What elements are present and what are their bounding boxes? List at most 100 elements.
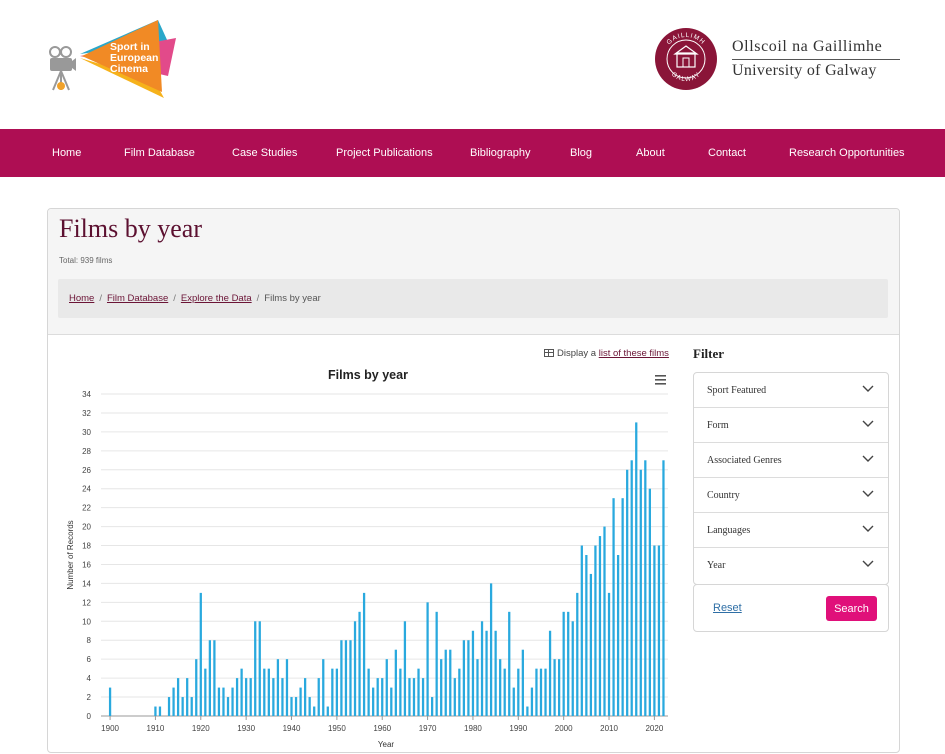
bar-1955[interactable] [358, 611, 361, 716]
search-button[interactable]: Search [826, 596, 877, 621]
bar-1962[interactable] [390, 687, 393, 716]
filter-associated-genres[interactable]: Associated Genres [694, 443, 888, 478]
bar-1933[interactable] [258, 621, 261, 716]
bar-1919[interactable] [195, 659, 198, 716]
bar-1934[interactable] [263, 668, 266, 716]
bar-1926[interactable] [226, 697, 230, 716]
bar-1983[interactable] [485, 630, 488, 716]
breadcrumb-film-database[interactable]: Film Database [107, 293, 168, 304]
bar-2007[interactable] [594, 545, 597, 716]
bar-1975[interactable] [449, 649, 452, 716]
bar-1940[interactable] [290, 697, 293, 716]
bar-1974[interactable] [444, 649, 447, 716]
bar-2003[interactable] [576, 592, 579, 716]
bar-2017[interactable] [639, 469, 642, 716]
bar-1964[interactable] [399, 668, 402, 716]
bar-2011[interactable] [612, 498, 615, 716]
nav-home[interactable]: Home [52, 129, 81, 177]
bar-1978[interactable] [462, 640, 466, 716]
bar-1911[interactable] [158, 706, 162, 716]
bar-2020[interactable] [653, 545, 656, 716]
bar-1910[interactable] [154, 706, 157, 716]
filter-languages[interactable]: Languages [694, 513, 888, 548]
bar-1981[interactable] [476, 659, 479, 716]
bar-1918[interactable] [190, 697, 193, 716]
bar-1963[interactable] [394, 649, 397, 716]
bar-1991[interactable] [521, 649, 524, 716]
chart-menu-icon[interactable] [653, 373, 668, 387]
bar-1914[interactable] [172, 687, 175, 716]
nav-research-opportunities[interactable]: Research Opportunities [789, 129, 905, 177]
bar-1982[interactable] [480, 621, 484, 716]
bar-1993[interactable] [530, 687, 534, 716]
bar-1943[interactable] [303, 678, 307, 716]
bar-1989[interactable] [512, 687, 515, 716]
bar-2021[interactable] [657, 545, 661, 716]
bar-2004[interactable] [580, 545, 583, 716]
bar-1985[interactable] [494, 630, 497, 716]
filter-country[interactable]: Country [694, 478, 888, 513]
bar-1980[interactable] [471, 630, 475, 716]
bar-1954[interactable] [353, 621, 357, 716]
bar-1992[interactable] [526, 706, 529, 716]
bar-1931[interactable] [249, 678, 252, 716]
bar-1961[interactable] [385, 659, 388, 716]
bar-1965[interactable] [403, 621, 407, 716]
bar-1928[interactable] [235, 678, 239, 716]
bar-1935[interactable] [267, 668, 270, 716]
nav-bibliography[interactable]: Bibliography [470, 129, 531, 177]
bar-1937[interactable] [276, 659, 280, 716]
bar-2019[interactable] [648, 488, 651, 716]
bar-1927[interactable] [231, 687, 234, 716]
bar-1925[interactable] [222, 687, 225, 716]
nav-project-publications[interactable]: Project Publications [336, 129, 433, 177]
bar-1916[interactable] [181, 697, 184, 716]
bar-1995[interactable] [539, 668, 543, 716]
bar-1952[interactable] [344, 640, 348, 716]
bar-1930[interactable] [245, 678, 248, 716]
bar-1996[interactable] [544, 668, 547, 716]
bar-2009[interactable] [603, 526, 606, 716]
bar-1997[interactable] [548, 630, 552, 716]
bar-1900[interactable] [108, 687, 112, 716]
bar-2000[interactable] [562, 611, 565, 716]
filter-form[interactable]: Form [694, 408, 888, 443]
bar-1950[interactable] [335, 668, 339, 716]
bar-1924[interactable] [217, 687, 221, 716]
bar-2013[interactable] [621, 498, 624, 716]
bar-2008[interactable] [598, 536, 602, 716]
nav-film-database[interactable]: Film Database [124, 129, 195, 177]
bar-1999[interactable] [558, 659, 561, 716]
bar-1972[interactable] [435, 611, 438, 716]
bar-1948[interactable] [326, 706, 329, 716]
nav-about[interactable]: About [636, 129, 665, 177]
bar-2016[interactable] [635, 422, 638, 716]
bar-1920[interactable] [199, 592, 202, 716]
bar-1994[interactable] [535, 668, 538, 716]
sport-in-european-cinema-logo[interactable]: Sport in European Cinema [44, 16, 184, 100]
bar-1921[interactable] [204, 668, 207, 716]
bar-1971[interactable] [430, 697, 434, 716]
bar-2001[interactable] [567, 611, 570, 716]
bar-1923[interactable] [213, 640, 216, 716]
reset-link[interactable]: Reset [713, 585, 742, 631]
bar-1938[interactable] [281, 678, 284, 716]
bar-1984[interactable] [489, 583, 493, 716]
nav-blog[interactable]: Blog [570, 129, 592, 177]
list-of-films-link[interactable]: list of these films [599, 348, 669, 359]
bar-2012[interactable] [616, 555, 620, 716]
bar-1941[interactable] [294, 697, 298, 716]
bar-1951[interactable] [340, 640, 343, 716]
bar-2015[interactable] [630, 460, 633, 716]
bar-2022[interactable] [662, 460, 665, 716]
bar-1969[interactable] [421, 678, 425, 716]
nav-case-studies[interactable]: Case Studies [232, 129, 297, 177]
breadcrumb-explore-the-data[interactable]: Explore the Data [181, 293, 252, 304]
bar-1929[interactable] [240, 668, 243, 716]
bar-1958[interactable] [372, 687, 375, 716]
bar-1947[interactable] [322, 659, 325, 716]
bar-2018[interactable] [644, 460, 647, 716]
bar-1939[interactable] [285, 659, 289, 716]
bar-1976[interactable] [453, 678, 456, 716]
university-of-galway-logo[interactable]: GAILLIMH GALWAY Ollscoil na Gaillimhe Un… [654, 27, 904, 91]
